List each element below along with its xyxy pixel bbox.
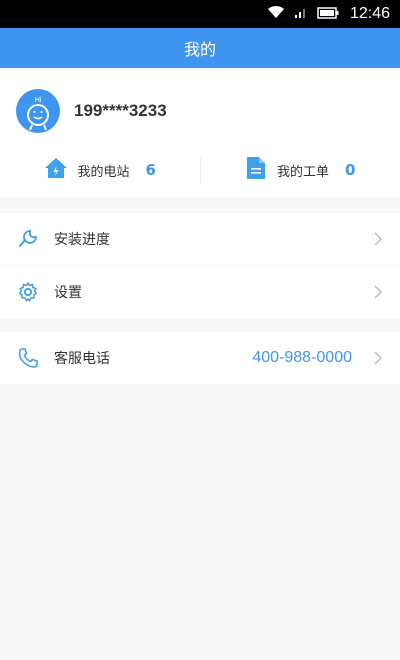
customer-service-row[interactable]: 客服电话 400-988-0000 <box>0 332 400 384</box>
stat-label: 我的工单 <box>277 164 330 180</box>
user-phone-number: 199****3233 <box>74 101 167 120</box>
profile-section: Hi 199****3233 <box>0 68 400 142</box>
stat-my-tickets[interactable]: 我的工单 0 <box>201 142 400 198</box>
battery-icon <box>317 5 339 23</box>
stats-bar: 我的电站 6 我的工单 0 <box>0 142 400 199</box>
settings-row[interactable]: 设置 <box>0 265 400 318</box>
avatar[interactable]: Hi <box>16 89 60 133</box>
wrench-icon <box>16 227 40 251</box>
contact-section: 客服电话 400-988-0000 <box>0 332 400 384</box>
menu-section: 安装进度 设置 <box>0 213 400 318</box>
avatar-text: Hi <box>35 97 42 104</box>
chevron-right-icon <box>374 284 384 300</box>
row-label: 设置 <box>54 285 82 301</box>
avatar-face-icon: Hi <box>27 97 49 131</box>
row-label: 安装进度 <box>54 232 110 248</box>
signal-icon <box>294 5 308 23</box>
chevron-right-icon <box>374 231 384 247</box>
customer-service-number[interactable]: 400-988-0000 <box>252 349 352 367</box>
phone-icon <box>16 346 40 370</box>
stat-label: 我的电站 <box>77 164 130 180</box>
document-icon <box>245 155 267 185</box>
page-title: 我的 <box>183 40 216 59</box>
row-label: 客服电话 <box>54 351 110 367</box>
wifi-icon <box>267 5 285 23</box>
status-bar: 12:46 <box>0 0 400 28</box>
install-progress-row[interactable]: 安装进度 <box>0 213 400 265</box>
gear-icon <box>16 280 40 304</box>
clock: 12:46 <box>349 5 390 22</box>
house-icon <box>44 156 68 184</box>
stat-count: 0 <box>345 161 356 179</box>
stat-count: 6 <box>145 161 156 179</box>
chevron-right-icon <box>374 350 384 366</box>
app-bar: 我的 <box>0 28 400 68</box>
stat-my-stations[interactable]: 我的电站 6 <box>0 142 200 198</box>
